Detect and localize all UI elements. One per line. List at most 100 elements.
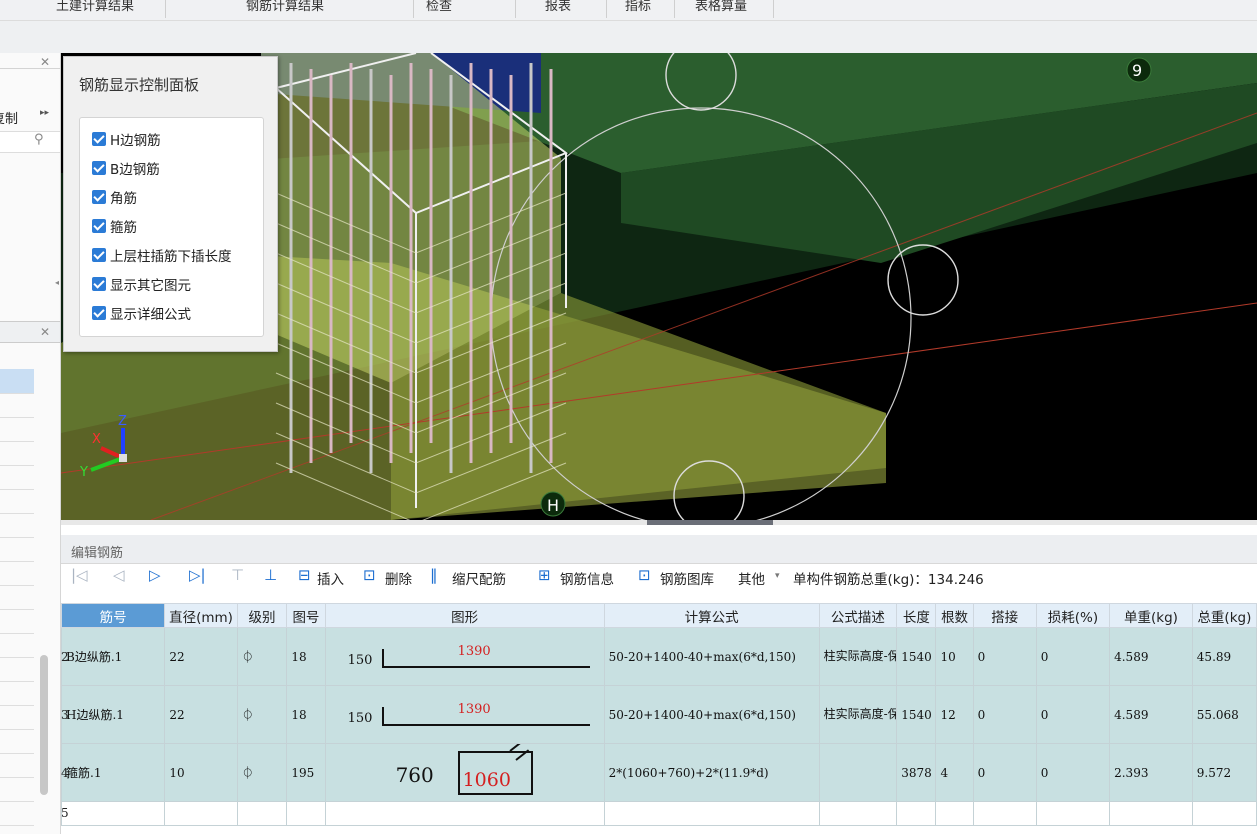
cell-diameter[interactable]: 22	[164, 685, 238, 744]
close-icon[interactable]: ✕	[40, 55, 50, 69]
checkbox[interactable]	[92, 190, 106, 204]
cell-count[interactable]: 12	[935, 685, 974, 744]
table-row[interactable]: B边纵筋.1 22 ⏀ 18 150 1390 50-20+1400-40+ma…	[60, 627, 1257, 686]
checkbox[interactable]	[92, 161, 106, 175]
cell-diameter[interactable]: 22	[164, 627, 238, 686]
cell-diameter[interactable]: 10	[164, 743, 238, 802]
scale-rebar-button[interactable]: 缩尺配筋	[452, 568, 506, 588]
option-stirrup[interactable]: 箍筋	[92, 215, 137, 237]
col-header[interactable]: 图号	[286, 603, 326, 628]
option-h-rebar[interactable]: H边钢筋	[92, 128, 161, 150]
move-down-icon[interactable]: ⊥	[264, 566, 277, 584]
cell-length[interactable]: 3878	[896, 743, 937, 802]
cell-name[interactable]: B边纵筋.1	[60, 627, 166, 686]
cell-unit-weight[interactable]: 4.589	[1109, 685, 1193, 744]
col-header[interactable]: 长度	[896, 603, 937, 628]
table-row-empty[interactable]	[60, 801, 1257, 826]
option-dowel-length[interactable]: 上层柱插筋下插长度	[92, 244, 232, 266]
col-header[interactable]: 搭接	[972, 603, 1037, 628]
cell-loss[interactable]: 0	[1035, 685, 1111, 744]
cell-grade[interactable]: ⏀	[236, 627, 288, 686]
dropdown-icon[interactable]: ▾	[775, 571, 780, 581]
search-input[interactable]	[0, 131, 60, 153]
cell-lap[interactable]: 0	[972, 627, 1037, 686]
cell-figure[interactable]: 18	[286, 685, 326, 744]
cell-figure[interactable]: 18	[286, 627, 326, 686]
other-menu[interactable]: 其他	[738, 568, 765, 588]
prev-icon[interactable]: ◁	[113, 566, 125, 584]
checkbox[interactable]	[92, 219, 106, 233]
editor-header: 编辑钢筋	[61, 535, 1257, 564]
cell-loss[interactable]: 0	[1035, 743, 1111, 802]
cell-description[interactable]	[818, 743, 898, 802]
tab-rebar-results[interactable]: 钢筋计算结果	[246, 0, 324, 20]
insert-button[interactable]: 插入	[317, 568, 344, 588]
cell-total-weight[interactable]: 45.89	[1191, 627, 1257, 686]
rebar-info-button[interactable]: 钢筋信息	[560, 568, 614, 588]
scrollbar[interactable]	[40, 655, 48, 795]
col-header[interactable]: 根数	[935, 603, 974, 628]
copy-button[interactable]: 复制	[0, 108, 18, 127]
col-header[interactable]: 单重(kg)	[1109, 603, 1193, 628]
checkbox[interactable]	[92, 277, 106, 291]
cell-length[interactable]: 1540	[896, 685, 937, 744]
cell-lap[interactable]: 0	[972, 685, 1037, 744]
cell-figure[interactable]: 195	[286, 743, 326, 802]
cell-formula[interactable]: 50-20+1400-40+max(6*d,150)	[603, 685, 820, 744]
option-corner-rebar[interactable]: 角筋	[92, 186, 137, 208]
col-header[interactable]: 总重(kg)	[1191, 603, 1257, 628]
cell-length[interactable]: 1540	[896, 627, 937, 686]
cell-grade[interactable]: ⏀	[236, 743, 288, 802]
cell-name[interactable]: 箍筋.1	[60, 743, 166, 802]
cell-grade[interactable]: ⏀	[236, 685, 288, 744]
col-header[interactable]: 计算公式	[603, 603, 820, 628]
tab-check[interactable]: 检查	[426, 0, 452, 20]
cell-formula[interactable]: 50-20+1400-40+max(6*d,150)	[603, 627, 820, 686]
close-icon[interactable]: ✕	[40, 325, 50, 339]
option-b-rebar[interactable]: B边钢筋	[92, 157, 160, 179]
collapse-arrow-icon[interactable]: ◂	[55, 278, 59, 287]
double-chevron-icon[interactable]: ▸▸	[40, 108, 49, 118]
col-header[interactable]: 图形	[324, 603, 605, 628]
tab-table-quantity[interactable]: 表格算量	[695, 0, 747, 20]
cell-description[interactable]: 柱实际高度-保…	[818, 685, 898, 744]
col-header[interactable]: 直径(mm)	[164, 603, 238, 628]
table-row[interactable]: H边纵筋.1 22 ⏀ 18 150 1390 50-20+1400-40+ma…	[60, 685, 1257, 744]
checkbox[interactable]	[92, 306, 106, 320]
cell-count[interactable]: 4	[935, 743, 974, 802]
col-header[interactable]: 筋号	[60, 603, 166, 628]
rebar-library-button[interactable]: 钢筋图库	[660, 568, 714, 588]
tab-civil-results[interactable]: 土建计算结果	[56, 0, 134, 20]
move-up-icon[interactable]: ⊤	[231, 566, 244, 584]
col-header[interactable]: 损耗(%)	[1035, 603, 1111, 628]
search-icon[interactable]: ⚲	[34, 132, 44, 147]
tab-index[interactable]: 指标	[625, 0, 651, 20]
first-icon[interactable]: |◁	[71, 566, 88, 584]
cell-count[interactable]: 10	[935, 627, 974, 686]
col-header[interactable]: 公式描述	[818, 603, 898, 628]
cell-unit-weight[interactable]: 4.589	[1109, 627, 1193, 686]
cell-lap[interactable]: 0	[972, 743, 1037, 802]
cell-description[interactable]: 柱实际高度-保…	[818, 627, 898, 686]
cell-formula[interactable]: 2*(1060+760)+2*(11.9*d)	[603, 743, 820, 802]
col-header[interactable]: 级别	[236, 603, 288, 628]
cell-unit-weight[interactable]: 2.393	[1109, 743, 1193, 802]
table-row[interactable]: 箍筋.1 10 ⏀ 195 760 1060 2*(1060+760)+2*(1…	[60, 743, 1257, 802]
checkbox[interactable]	[92, 132, 106, 146]
cell-name[interactable]: H边纵筋.1	[60, 685, 166, 744]
cell-total-weight[interactable]: 9.572	[1191, 743, 1257, 802]
cell-shape[interactable]: 150 1390	[324, 627, 605, 686]
cell-shape[interactable]: 760 1060	[324, 743, 605, 802]
last-icon[interactable]: ▷|	[189, 566, 206, 584]
cell-total-weight[interactable]: 55.068	[1191, 685, 1257, 744]
cell-shape[interactable]: 150 1390	[324, 685, 605, 744]
cell-loss[interactable]: 0	[1035, 627, 1111, 686]
shape-bar	[381, 723, 590, 726]
tab-report[interactable]: 报表	[545, 0, 571, 20]
option-show-formula[interactable]: 显示详细公式	[92, 302, 191, 324]
delete-button[interactable]: 删除	[385, 568, 412, 588]
list-item-selected[interactable]	[0, 369, 34, 393]
next-icon[interactable]: ▷	[149, 566, 161, 584]
checkbox[interactable]	[92, 248, 106, 262]
option-show-other[interactable]: 显示其它图元	[92, 273, 191, 295]
